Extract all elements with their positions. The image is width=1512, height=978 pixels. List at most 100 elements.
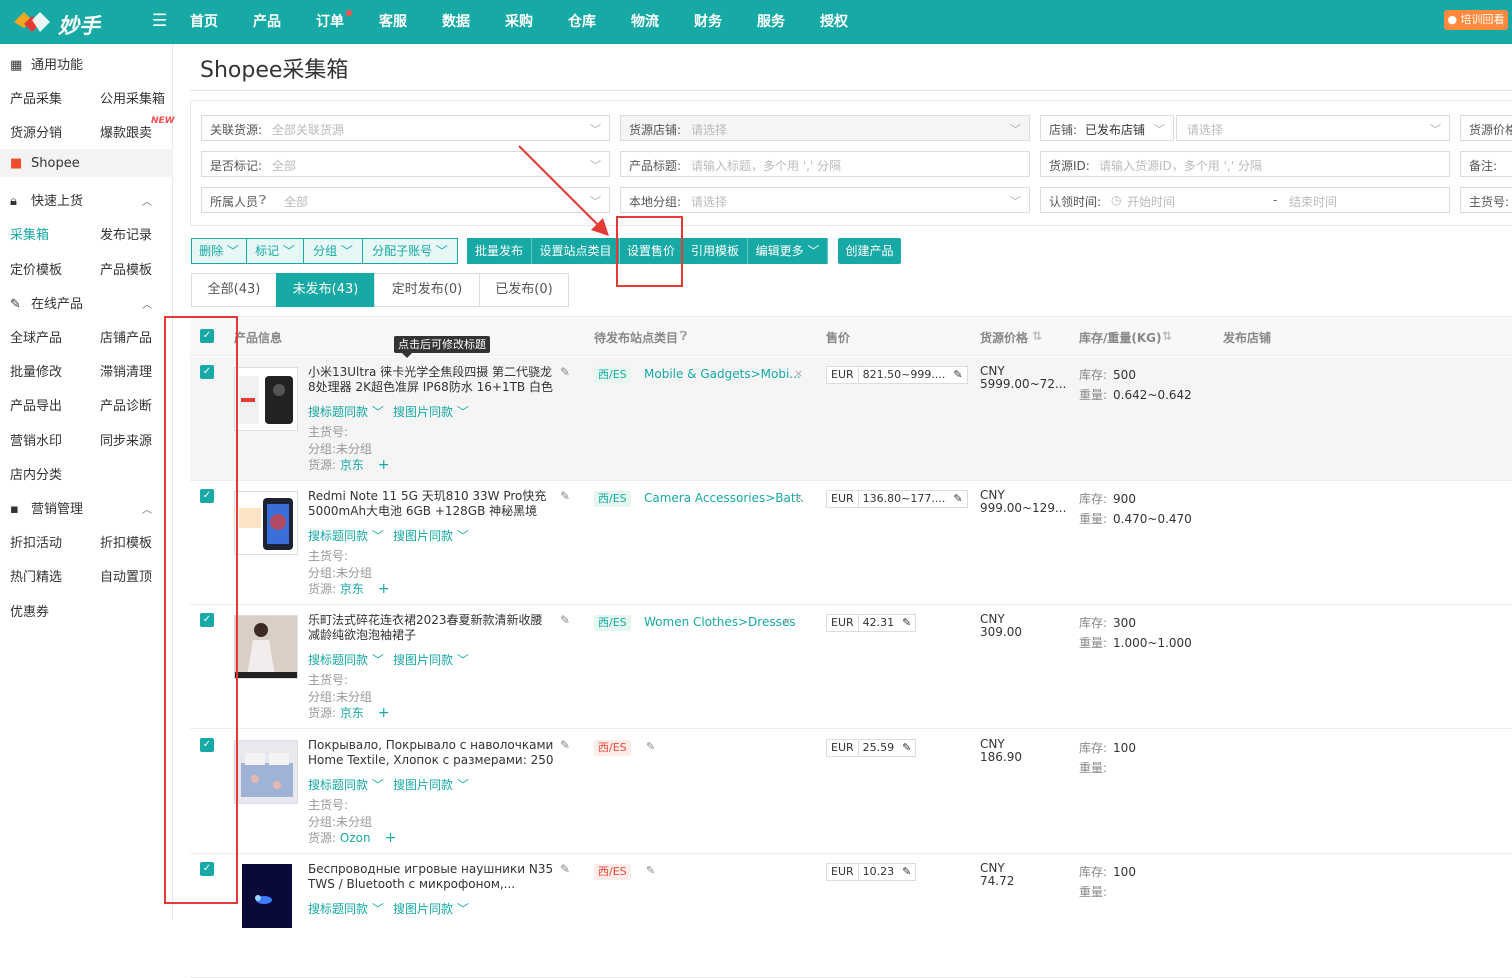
product-thumbnail[interactable] [234, 740, 298, 804]
nav-product[interactable]: 产品 [253, 11, 281, 31]
chevron-up-icon[interactable]: ︿ [142, 296, 152, 311]
assign-subaccount-button[interactable]: 分配子账号 ﹀ [362, 238, 458, 264]
search-similar-title-link[interactable]: 搜标题同款 ﹀ [308, 651, 384, 668]
sort-icon[interactable]: ⇅ [1162, 329, 1172, 343]
tab-published[interactable]: 已发布(0) [479, 273, 569, 307]
product-title[interactable]: Покрывало, Покрывало с наволочками Home … [308, 738, 554, 768]
edit-price-icon[interactable]: ✎ [898, 615, 915, 631]
tab-scheduled[interactable]: 定时发布(0) [374, 273, 480, 307]
linked-source-select[interactable]: 关联货源: 全部关联货源 ﹀ [201, 115, 610, 141]
product-thumbnail[interactable] [234, 615, 298, 679]
sidebar-item-shop-category[interactable]: 店内分类 [10, 464, 62, 483]
product-thumbnail[interactable] [234, 491, 298, 555]
sidebar-item-distribution[interactable]: 货源分销 [10, 122, 62, 141]
category-link[interactable]: Mobile & Gadgets>Mobi... [644, 367, 801, 381]
search-similar-image-link[interactable]: 搜图片同款 ﹀ [393, 900, 469, 917]
sidebar-item-hot-picks[interactable]: 热门精选 [10, 566, 62, 585]
price-field[interactable]: EUR 10.23 ✎ [826, 863, 917, 881]
source-id-input[interactable]: 货源ID: 请输入货源ID，多个用 ',' 分隔 [1040, 151, 1450, 177]
nav-finance[interactable]: 财务 [694, 11, 722, 31]
search-similar-title-link[interactable]: 搜标题同款 ﹀ [308, 403, 384, 420]
sidebar-item-price-template[interactable]: 定价模板 [10, 259, 62, 278]
group-dropdown-button[interactable]: 分组 ﹀ [303, 238, 363, 264]
sidebar-platform-shopee[interactable]: ■ Shopee [10, 156, 80, 171]
edit-title-icon[interactable]: ✎ [560, 613, 570, 627]
product-title[interactable]: Redmi Note 11 5G 天玑810 33W Pro快充 5000mAh… [308, 489, 554, 519]
price-field[interactable]: EUR 42.31 ✎ [826, 614, 917, 632]
sort-icon[interactable]: ⇅ [1032, 329, 1042, 343]
product-title[interactable]: Беспроводные игровые наушники N35 TWS / … [308, 862, 554, 892]
nav-purchase[interactable]: 采购 [505, 11, 533, 31]
col-stock-weight[interactable]: 库存/重量(KG) [1079, 329, 1162, 346]
sidebar-item-shop-products[interactable]: 店铺产品 [100, 327, 152, 346]
sidebar-item-export[interactable]: 产品导出 [10, 395, 62, 414]
remove-category-icon[interactable]: × [782, 615, 791, 628]
product-title[interactable]: 乐町法式碎花连衣裙2023春夏新款清新收腰减龄纯欲泡泡袖裙子 [308, 613, 554, 643]
add-source-icon[interactable]: + [385, 830, 397, 846]
create-product-button[interactable]: 创建产品 [838, 238, 901, 264]
sidebar-section-quick[interactable]: 🔒︎ 快速上货 [10, 190, 83, 209]
edit-category-icon[interactable]: ✎ [646, 864, 655, 877]
price-field[interactable]: EUR 25.59 ✎ [826, 739, 917, 757]
product-thumbnail[interactable] [234, 864, 298, 928]
local-group-select[interactable]: 本地分组: 请选择 ﹀ [620, 187, 1030, 213]
remove-category-icon[interactable]: × [794, 491, 803, 504]
edit-price-icon[interactable]: ✎ [949, 491, 966, 507]
nav-order[interactable]: 订单 [316, 11, 344, 31]
search-similar-title-link[interactable]: 搜标题同款 ﹀ [308, 776, 384, 793]
product-title[interactable]: 小米13Ultra 徕卡光学全焦段四摄 第二代骁龙8处理器 2K超色准屏 IP6… [308, 365, 554, 395]
search-similar-image-link[interactable]: 搜图片同款 ﹀ [393, 776, 469, 793]
product-title-input[interactable]: 产品标题: 请输入标题，多个用 ',' 分隔 [620, 151, 1030, 177]
nav-auth[interactable]: 授权 [820, 11, 848, 31]
nav-services[interactable]: 服务 [757, 11, 785, 31]
use-template-button[interactable]: 引用模板 [683, 238, 748, 264]
mark-dropdown-button[interactable]: 标记 ﹀ [246, 238, 304, 264]
category-link[interactable]: Women Clothes>Dresses [644, 615, 795, 629]
edit-title-icon[interactable]: ✎ [560, 738, 570, 752]
nav-warehouse[interactable]: 仓库 [568, 11, 596, 31]
col-source-price[interactable]: 货源价格 [980, 329, 1028, 346]
logo[interactable]: 妙手 [10, 6, 110, 38]
sidebar-section-general[interactable]: ▦ 通用功能 [10, 54, 83, 73]
sidebar-item-public-box[interactable]: 公用采集箱 [100, 88, 165, 107]
sidebar-item-sync-source[interactable]: 同步来源 [100, 430, 152, 449]
source-link[interactable]: 京东 [340, 582, 364, 596]
sidebar-item-product-template[interactable]: 产品模板 [100, 259, 152, 278]
add-source-icon[interactable]: + [378, 705, 390, 721]
shop-status-select[interactable]: 店铺: 已发布店铺 ﹀ [1040, 115, 1174, 141]
tab-unpublished[interactable]: 未发布(43) [276, 273, 375, 307]
edit-more-button[interactable]: 编辑更多 ﹀ [748, 238, 828, 264]
sidebar-item-diagnose[interactable]: 产品诊断 [100, 395, 152, 414]
search-similar-image-link[interactable]: 搜图片同款 ﹀ [393, 527, 469, 544]
add-source-icon[interactable]: + [378, 581, 390, 597]
shop-select[interactable]: 请选择 ﹀ [1176, 115, 1450, 141]
source-link[interactable]: Ozon [340, 831, 371, 845]
category-link[interactable]: Camera Accessories>Batt... [644, 491, 804, 505]
remove-category-icon[interactable]: × [794, 367, 803, 380]
sidebar-item-hot-follow[interactable]: 爆款跟卖 [100, 122, 152, 141]
price-field[interactable]: EUR 821.50~999.... ✎ [826, 366, 968, 384]
chevron-up-icon[interactable]: ︿ [142, 501, 152, 516]
sidebar-item-publish-log[interactable]: 发布记录 [100, 224, 152, 243]
sidebar-section-marketing[interactable]: ▪︎ 营销管理 [10, 498, 83, 517]
edit-title-icon[interactable]: ✎ [560, 862, 570, 876]
nav-data[interactable]: 数据 [442, 11, 470, 31]
source-shop-select[interactable]: 货源店铺: 请选择 ﹀ [620, 115, 1030, 141]
sidebar-item-global[interactable]: 全球产品 [10, 327, 62, 346]
delete-dropdown-button[interactable]: 删除 ﹀ [191, 238, 247, 264]
note-input[interactable]: 备注: [1460, 151, 1512, 177]
product-thumbnail[interactable] [234, 367, 298, 431]
sidebar-item-watermark[interactable]: 营销水印 [10, 430, 62, 449]
sidebar-item-collection-box[interactable]: 采集箱 [10, 224, 49, 243]
nav-service[interactable]: 客服 [379, 11, 407, 31]
edit-title-icon[interactable]: ✎ [560, 365, 570, 379]
sidebar-item-discount[interactable]: 折扣活动 [10, 532, 62, 551]
sidebar-item-collect[interactable]: 产品采集 [10, 88, 62, 107]
search-similar-title-link[interactable]: 搜标题同款 ﹀ [308, 900, 384, 917]
nav-logistics[interactable]: 物流 [631, 11, 659, 31]
set-site-category-button[interactable]: 设置站点类目 [532, 238, 620, 264]
add-source-icon[interactable]: + [378, 457, 390, 473]
batch-publish-button[interactable]: 批量发布 [467, 238, 532, 264]
price-field[interactable]: EUR 136.80~177.... ✎ [826, 490, 968, 508]
edit-title-icon[interactable]: ✎ [560, 489, 570, 503]
